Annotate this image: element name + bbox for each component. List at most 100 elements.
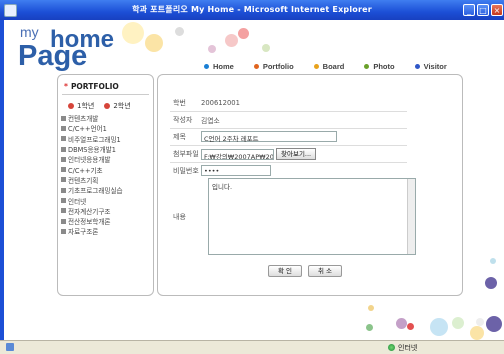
subject-input[interactable]: C언어 2주차 레포트 [201, 131, 337, 143]
square-bullet-icon [61, 228, 66, 234]
year-label: 1학년 [77, 102, 95, 110]
square-bullet-icon [61, 177, 66, 183]
confirm-button[interactable]: 확 인 [268, 265, 302, 277]
year-selector: 1학년 2학년 [68, 101, 141, 111]
square-bullet-icon [61, 146, 66, 152]
year-label: 2학년 [113, 102, 131, 110]
content-label: 내용 [173, 213, 186, 221]
bullet-icon [313, 64, 319, 69]
decor-dot [262, 44, 270, 52]
window-frame-left [0, 20, 4, 340]
logo-page-text: Page [18, 40, 88, 72]
sidebar-course-item[interactable]: DBMS응용개발1 [61, 144, 123, 154]
bullet-icon [414, 64, 420, 69]
sidebar-course-item[interactable]: 전산정보학개론 [61, 216, 123, 226]
logo-my-text: my [20, 24, 39, 40]
nav-item-board[interactable]: Board [313, 62, 345, 71]
content-textarea[interactable]: 입니다. [208, 178, 416, 255]
square-bullet-icon [61, 208, 66, 214]
decor-dot [175, 27, 184, 36]
divider [170, 111, 407, 112]
sidebar-title-text: PORTFOLIO [70, 82, 119, 91]
sidebar-course-item[interactable]: C/C++언어1 [61, 123, 123, 133]
decor-dot [430, 318, 448, 336]
password-row: 비밀번호 •••• [173, 165, 271, 176]
sidebar: * PORTFOLIO 1학년 2학년 컨텐츠개발 C/C++언어1 비주얼프로그래밍… [57, 74, 154, 296]
sidebar-course-label: 전자계산기구조 [68, 207, 111, 216]
nav-item-home[interactable]: Home [204, 62, 234, 71]
window-title: 학과 포트폴리오 My Home - Microsoft Internet Ex… [132, 5, 372, 14]
decor-dot [485, 277, 497, 289]
square-bullet-icon [61, 167, 66, 173]
password-input[interactable]: •••• [201, 165, 271, 176]
textarea-scrollbar[interactable] [407, 179, 415, 254]
author-label: 작성자 [173, 116, 193, 124]
subject-label: 제목 [173, 132, 186, 141]
year-2-link[interactable]: 2학년 [104, 101, 131, 111]
sidebar-course-label: 컨텐츠개발 [68, 115, 99, 124]
bullet-icon [364, 64, 370, 69]
cancel-button[interactable]: 취 소 [308, 265, 342, 277]
page-icon [6, 343, 14, 351]
decor-dot [366, 324, 373, 331]
decor-dot [407, 323, 414, 330]
decor-dot [145, 34, 163, 52]
sidebar-course-label: 전산정보학개론 [68, 218, 111, 227]
sidebar-course-label: 컨텐츠기획 [68, 176, 99, 185]
decor-dot [396, 318, 407, 329]
author-row: 작성자 김엽소 [173, 115, 220, 125]
decor-dot [476, 318, 484, 326]
author-value: 김엽소 [201, 117, 220, 125]
sidebar-course-item[interactable]: 전자계산기구조 [61, 206, 123, 216]
write-form-panel: 학번 200612001 작성자 김엽소 제목 C언어 2주차 레포트 첨부파일… [157, 74, 463, 296]
sidebar-course-item[interactable]: 컨텐츠기획 [61, 175, 123, 185]
student-id-label: 학번 [173, 99, 186, 107]
sidebar-course-item[interactable]: C/C++기초 [61, 164, 123, 175]
square-bullet-icon [61, 187, 66, 193]
bullet-icon [253, 64, 259, 69]
nav-item-portfolio[interactable]: Portfolio [253, 62, 294, 71]
sidebar-course-label: 인터넷 [68, 197, 87, 206]
student-id-row: 학번 200612001 [173, 98, 240, 108]
window-title-bar: 학과 포트폴리오 My Home - Microsoft Internet Ex… [0, 0, 504, 20]
square-bullet-icon [61, 115, 66, 121]
divider [170, 128, 407, 129]
bullet-icon [204, 64, 209, 69]
star-icon: * [64, 82, 68, 91]
decor-dot [122, 22, 144, 44]
square-bullet-icon [61, 218, 66, 224]
nav-item-visitor[interactable]: Visitor [414, 62, 447, 71]
sidebar-course-item[interactable]: 인터넷 [61, 195, 123, 206]
subject-row: 제목 C언어 2주차 레포트 [173, 131, 337, 143]
decor-dot [225, 34, 238, 47]
password-label: 비밀번호 [173, 166, 199, 175]
nav-label: Board [322, 62, 345, 71]
nav-item-photo[interactable]: Photo [364, 62, 395, 71]
close-button[interactable]: × [491, 4, 503, 16]
sidebar-course-label: DBMS응용개발1 [68, 146, 116, 155]
square-bullet-icon [61, 156, 66, 162]
attach-file-input[interactable]: F:₩강의₩2007AP₩20( [201, 148, 274, 160]
minimize-button[interactable]: _ [463, 4, 475, 16]
sidebar-course-item[interactable]: 비주얼프로그래밍1 [61, 134, 123, 144]
sidebar-course-label: 비주얼프로그래밍1 [68, 135, 121, 144]
sidebar-course-label: 기초프로그래밍실습 [68, 187, 123, 196]
sidebar-course-label: 자료구조론 [68, 228, 99, 237]
circle-icon [68, 103, 74, 109]
internet-zone-icon [388, 344, 395, 351]
sidebar-course-item[interactable]: 인터넷응용개발 [61, 154, 123, 164]
nav-label: Portfolio [262, 62, 294, 71]
year-1-link[interactable]: 1학년 [68, 101, 94, 111]
sidebar-course-item[interactable]: 기초프로그래밍실습 [61, 185, 123, 195]
main-nav: Home Portfolio Board Photo Visitor [204, 62, 467, 71]
browse-button[interactable]: 찾아보기... [276, 148, 317, 160]
sidebar-course-item[interactable]: 컨텐츠개발 [61, 113, 123, 123]
content-text: 입니다. [212, 183, 233, 191]
divider [170, 162, 407, 163]
sidebar-course-item[interactable]: 자료구조론 [61, 226, 123, 236]
square-bullet-icon [61, 125, 66, 131]
decor-dot [238, 28, 249, 39]
nav-label: Photo [373, 62, 395, 71]
nav-label: Home [213, 62, 234, 71]
maximize-button[interactable]: □ [477, 4, 489, 16]
